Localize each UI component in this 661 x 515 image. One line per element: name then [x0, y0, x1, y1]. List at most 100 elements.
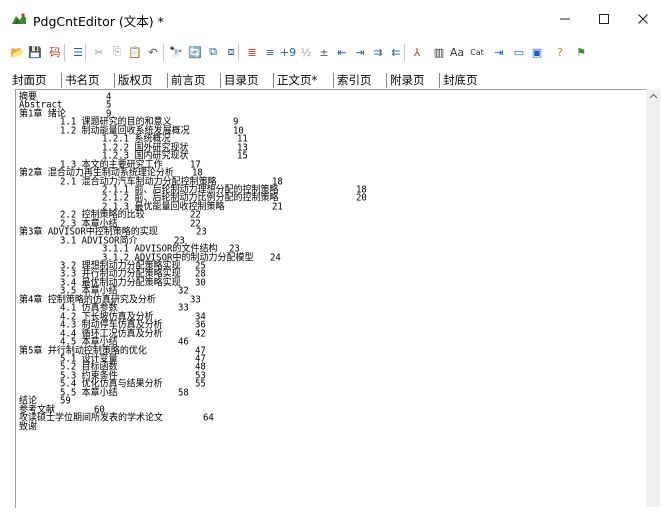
page-offset-icon: ⧉ [209, 45, 217, 58]
copy-button[interactable]: ⎘ [108, 43, 126, 61]
align-left-red-icon: ≣ [247, 45, 257, 59]
toc-page-number: 20 [356, 193, 367, 204]
tab-separator [333, 73, 334, 88]
close-icon [638, 14, 648, 24]
tab-2[interactable]: 书名页 [65, 72, 100, 90]
replace-button[interactable]: 🔄 [186, 43, 204, 61]
window-title: PdgCntEditor (文本) * [33, 14, 164, 29]
view-button[interactable]: ▣ [528, 43, 546, 61]
plus-level-button[interactable]: ± [315, 43, 333, 61]
tab-5[interactable]: 目录页 [224, 72, 259, 90]
outdent-level-button[interactable]: ⇇ [387, 43, 405, 61]
half-width-button[interactable]: ½ [297, 43, 315, 61]
toc-page-number: 21 [272, 201, 283, 213]
tab-1[interactable]: 封面页 [12, 72, 47, 90]
font-icon: Aa [449, 45, 465, 59]
window-button[interactable]: ▭ [510, 43, 528, 61]
toc-page-number: 46 [178, 337, 189, 348]
app-logo-icon [12, 13, 26, 24]
toolbar-separator [404, 44, 405, 61]
minimize-icon [560, 18, 570, 20]
undo-button[interactable]: ↶ [144, 43, 162, 61]
page-offset-button[interactable]: ⧉ [204, 43, 222, 61]
save-disk-icon: 💾 [28, 45, 42, 59]
scroll-up-arrow-icon[interactable] [646, 91, 660, 101]
insert-button[interactable]: ⇥ [490, 43, 508, 61]
tab-separator [273, 73, 274, 88]
maximize-button[interactable] [585, 6, 623, 32]
help-button[interactable]: ? [551, 43, 569, 61]
increase-indent-button[interactable]: ⇥ [351, 43, 369, 61]
find-button[interactable]: 🔭 [167, 43, 185, 61]
vertical-scrollbar[interactable] [646, 89, 660, 507]
maximize-icon [599, 14, 609, 24]
tab-active[interactable]: 正文页* [277, 72, 318, 90]
toc-page-number: 15 [237, 151, 248, 162]
page-number-icon: ⧈ [227, 45, 235, 58]
encoding-button[interactable]: 码 [46, 43, 64, 61]
pin-button[interactable]: ⚑ [572, 43, 590, 61]
toc-page-number: 64 [203, 413, 214, 424]
toolbar-separator [163, 44, 164, 61]
number-plus-button[interactable]: +9 [279, 43, 297, 61]
close-button[interactable] [624, 6, 661, 32]
align-left-button[interactable]: ≡ [261, 43, 279, 61]
app-window: PdgCntEditor (文本) * 📂 💾 码 ☰ ✂ ⎘ 📋 ↶ 🔭 🔄 ⧉ ⧈ ≣ ≡ +9 ½ ± ⇤ ⇥… [0, 0, 661, 515]
toc-page-number: 33 [178, 303, 189, 314]
align-left-icon: ≡ [265, 45, 275, 59]
tab-7[interactable]: 索引页 [337, 72, 372, 90]
toolbar-separator [238, 44, 239, 61]
find-icon: 🔭 [169, 45, 183, 59]
open-folder-button[interactable]: 📂 [8, 43, 26, 61]
indent-level-icon: ⇉ [373, 45, 383, 59]
toc-page-number: 32 [178, 286, 189, 297]
tab-separator [439, 73, 440, 88]
view-icon: ▣ [531, 45, 543, 59]
pdf-icon: ⅄ [413, 45, 421, 59]
tab-separator [386, 73, 387, 88]
half-width-icon: ½ [300, 45, 312, 59]
insert-icon: ⇥ [494, 45, 504, 59]
save-disk-button[interactable]: 💾 [26, 43, 44, 61]
tab-8[interactable]: 附录页 [390, 72, 425, 90]
toc-page-number: 23 [196, 227, 207, 238]
toc-page-number: 24 [270, 252, 281, 264]
undo-icon: ↶ [148, 45, 158, 59]
toc-page-number: 30 [195, 277, 206, 289]
pdf-button[interactable]: ⅄ [408, 43, 426, 61]
pin-icon: ⚑ [576, 45, 586, 59]
tab-separator [167, 73, 168, 88]
page-type-tabs: 封面页 书名页 版权页 前言页 目录页 正文页* 索引页 附录页 封底页 [4, 72, 644, 90]
replace-icon: 🔄 [188, 45, 202, 59]
text-editor[interactable]: 摘要 4 Abstract 5 第1章 绪论 9 1.1 课题研究的目的和意义 9 1.2 制动… [15, 89, 647, 508]
paste-button[interactable]: 📋 [126, 43, 144, 61]
plus-level-icon: ± [319, 45, 329, 59]
window-icon: ▭ [513, 45, 525, 59]
cut-button[interactable]: ✂ [90, 43, 108, 61]
indent-level-button[interactable]: ⇉ [369, 43, 387, 61]
bookmark-icon: ▥ [433, 45, 445, 59]
tab-4[interactable]: 前言页 [171, 72, 206, 90]
copy-icon: ⎘ [112, 45, 122, 58]
decrease-indent-button[interactable]: ⇤ [333, 43, 351, 61]
minimize-button[interactable] [546, 6, 584, 32]
indent-icon: ☰ [73, 45, 83, 59]
toc-title: 致谢 [19, 421, 38, 433]
cat-icon: Cat [470, 47, 484, 57]
toc-page-number: 59 [60, 396, 71, 407]
font-button[interactable]: Aa [448, 43, 466, 61]
toc-page-number: 42 [195, 328, 206, 340]
tab-3[interactable]: 版权页 [118, 72, 153, 90]
bookmark-button[interactable]: ▥ [430, 43, 448, 61]
toolbar: 📂 💾 码 ☰ ✂ ⎘ 📋 ↶ 🔭 🔄 ⧉ ⧈ ≣ ≡ +9 ½ ± ⇤ ⇥ ⇉ ⇇ ⅄ ▥ Aa Cat ⇥ ▭ ▣? ⚑ [6, 40, 660, 66]
outdent-level-icon: ⇇ [391, 45, 401, 59]
align-left-red-button[interactable]: ≣ [243, 43, 261, 61]
title-bar[interactable]: PdgCntEditor (文本) * [0, 0, 661, 37]
cat-button[interactable]: Cat [468, 43, 486, 61]
tab-9[interactable]: 封底页 [443, 72, 478, 90]
tab-separator [220, 73, 221, 88]
open-folder-icon: 📂 [10, 45, 24, 59]
toc-page-number: 58 [178, 387, 189, 399]
toc-page-number: 33 [190, 294, 201, 306]
paste-icon: 📋 [128, 45, 142, 59]
